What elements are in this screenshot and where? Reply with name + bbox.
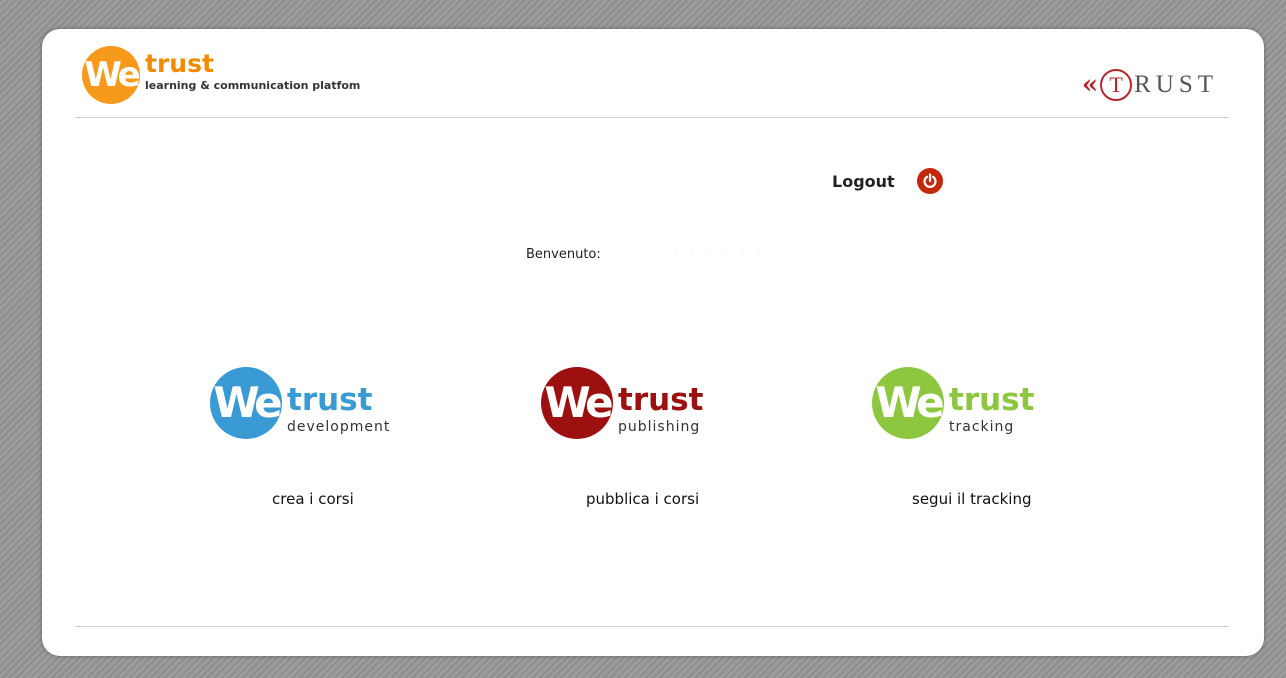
header-divider — [75, 117, 1229, 118]
welcome-text: Benvenuto: · · · · · · — [526, 247, 764, 262]
publishing-logo-link[interactable]: We trust publishing — [541, 367, 781, 442]
logout-label: Logout — [832, 171, 895, 191]
user-name: · · · · · · — [674, 247, 765, 262]
we-logo-mark: We — [82, 46, 141, 104]
logo-tagline: learning & communication platfom — [145, 79, 361, 92]
tracking-sub: tracking — [949, 419, 1015, 435]
welcome-label: Benvenuto: — [526, 247, 601, 262]
publishing-word: trust — [618, 382, 704, 418]
module-tracking: We trust tracking segui il tracking — [872, 367, 1112, 508]
chevrons-icon: « — [1081, 70, 1099, 100]
we-publishing-mark: We — [541, 367, 614, 439]
wetrust-logo[interactable]: We trust learning & communication platfo… — [82, 46, 402, 106]
development-logo-link[interactable]: We trust development — [210, 367, 450, 442]
development-caption[interactable]: crea i corsi — [272, 490, 354, 508]
footer-divider — [75, 626, 1229, 627]
we-tracking-mark: We — [872, 367, 945, 439]
trust-initial: T — [1100, 69, 1133, 101]
module-development: We trust development crea i corsi — [210, 367, 450, 508]
tracking-caption[interactable]: segui il tracking — [912, 490, 1031, 508]
trust-partner-logo: « T RUST — [1082, 67, 1218, 103]
development-sub: development — [287, 419, 391, 435]
logout-button[interactable]: Logout — [832, 168, 943, 194]
publishing-caption[interactable]: pubblica i corsi — [586, 490, 699, 508]
publishing-sub: publishing — [618, 419, 701, 435]
module-publishing: We trust publishing pubblica i corsi — [541, 367, 781, 508]
logo-word: trust — [145, 49, 214, 78]
tracking-logo-link[interactable]: We trust tracking — [872, 367, 1112, 442]
development-word: trust — [287, 382, 373, 418]
trust-rest: RUST — [1134, 71, 1218, 98]
power-icon[interactable] — [916, 168, 943, 194]
main-card: We trust learning & communication platfo… — [42, 29, 1264, 656]
tracking-word: trust — [949, 382, 1035, 418]
we-development-mark: We — [210, 367, 283, 439]
